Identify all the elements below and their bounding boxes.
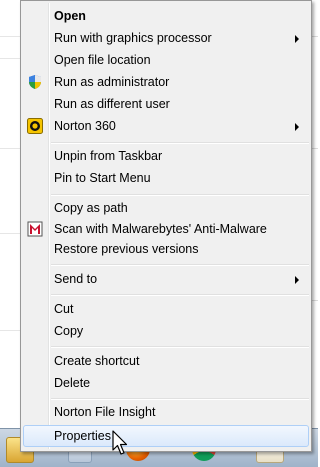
menu-separator xyxy=(51,346,309,347)
menu-item-properties[interactable]: Properties xyxy=(23,425,309,447)
menu-item-send-to[interactable]: Send to xyxy=(23,269,309,290)
menu-item-label: Open file location xyxy=(54,53,151,67)
menu-item-delete[interactable]: Delete xyxy=(23,373,309,394)
menu-item-label: Delete xyxy=(54,376,91,390)
mouse-cursor-icon xyxy=(112,430,128,455)
background-window-left xyxy=(0,0,20,466)
menu-item-create-shortcut[interactable]: Create shortcut xyxy=(23,351,309,372)
submenu-arrow-icon xyxy=(295,276,299,284)
submenu-arrow-icon xyxy=(295,35,299,43)
menu-item-label: Scan with Malwarebytes' Anti-Malware xyxy=(54,222,267,236)
menu-item-open-file-location[interactable]: Open file location xyxy=(23,50,309,71)
menu-item-run-with-graphics-processor[interactable]: Run with graphics processor xyxy=(23,28,309,49)
menu-separator xyxy=(51,194,309,195)
menu-item-run-as-different-user[interactable]: Run as different user xyxy=(23,94,309,115)
context-menu: Open Run with graphics processor Open fi… xyxy=(20,0,312,452)
menu-separator xyxy=(51,294,309,295)
menu-item-copy[interactable]: Copy xyxy=(23,321,309,342)
menu-item-label: Run as administrator xyxy=(54,75,170,89)
menu-item-pin-to-start-menu[interactable]: Pin to Start Menu xyxy=(23,168,309,189)
menu-item-cut[interactable]: Cut xyxy=(23,299,309,320)
submenu-arrow-icon xyxy=(295,123,299,131)
menu-item-run-as-administrator[interactable]: Run as administrator xyxy=(23,72,309,93)
menu-item-label: Open xyxy=(54,9,86,23)
menu-item-norton-file-insight[interactable]: Norton File Insight xyxy=(23,402,309,423)
norton-icon xyxy=(27,118,43,134)
menu-item-unpin-from-taskbar[interactable]: Unpin from Taskbar xyxy=(23,146,309,167)
menu-item-label: Unpin from Taskbar xyxy=(54,149,163,163)
menu-item-copy-as-path[interactable]: Copy as path xyxy=(23,198,309,219)
menu-item-label: Restore previous versions xyxy=(54,242,199,256)
menu-separator xyxy=(51,264,309,265)
menu-item-label: Run as different user xyxy=(54,97,170,111)
menu-item-scan-with-malwarebytes[interactable]: Scan with Malwarebytes' Anti-Malware xyxy=(23,219,309,240)
menu-item-label: Norton 360 xyxy=(54,119,116,133)
menu-item-norton-360[interactable]: Norton 360 xyxy=(23,116,309,137)
menu-item-open[interactable]: Open xyxy=(23,6,309,27)
menu-separator xyxy=(51,398,309,399)
background-window-right xyxy=(312,0,318,466)
menu-item-restore-previous-versions[interactable]: Restore previous versions xyxy=(23,239,309,260)
menu-item-label: Send to xyxy=(54,272,98,286)
menu-item-label: Pin to Start Menu xyxy=(54,171,151,185)
menu-item-label: Create shortcut xyxy=(54,354,140,368)
menu-item-label: Copy as path xyxy=(54,201,128,215)
menu-item-label: Copy xyxy=(54,324,84,338)
menu-separator xyxy=(51,142,309,143)
menu-item-label: Properties xyxy=(54,429,111,443)
menu-item-label: Run with graphics processor xyxy=(54,31,212,45)
menu-item-label: Norton File Insight xyxy=(54,405,156,419)
malwarebytes-icon xyxy=(27,221,43,237)
uac-shield-icon xyxy=(29,75,41,89)
menu-item-label: Cut xyxy=(54,302,74,316)
